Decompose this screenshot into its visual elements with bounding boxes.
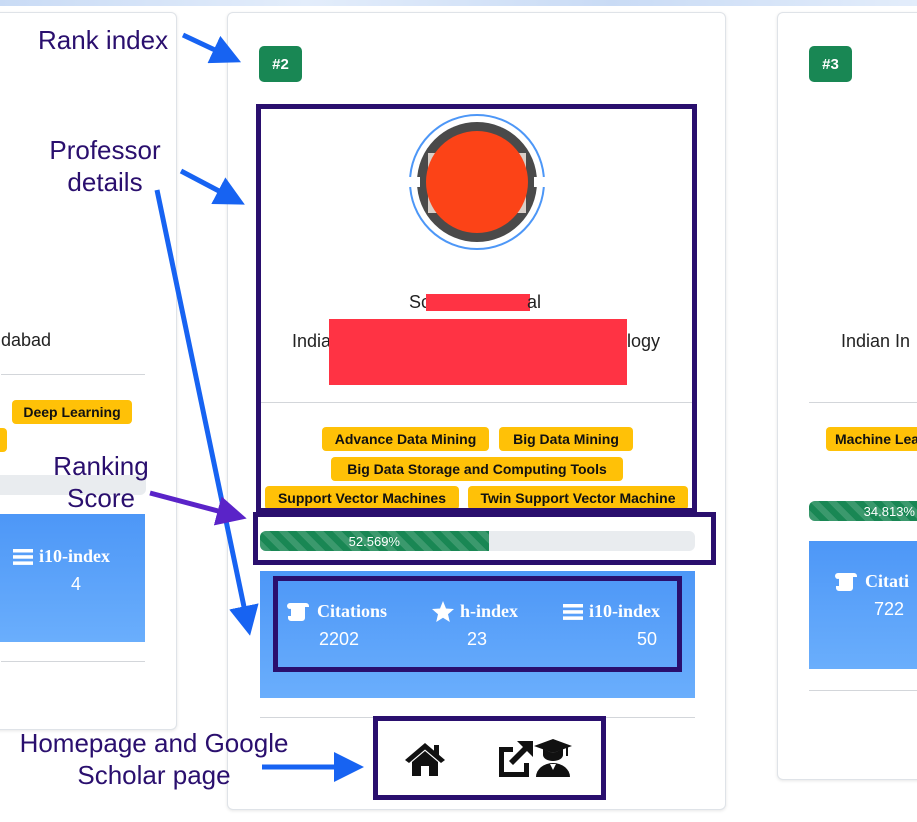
annotation-arrows: [149, 32, 364, 782]
arrow-rank-index: [181, 32, 242, 64]
arrow-stats: [154, 189, 259, 636]
arrow-professor-details: [179, 168, 245, 205]
